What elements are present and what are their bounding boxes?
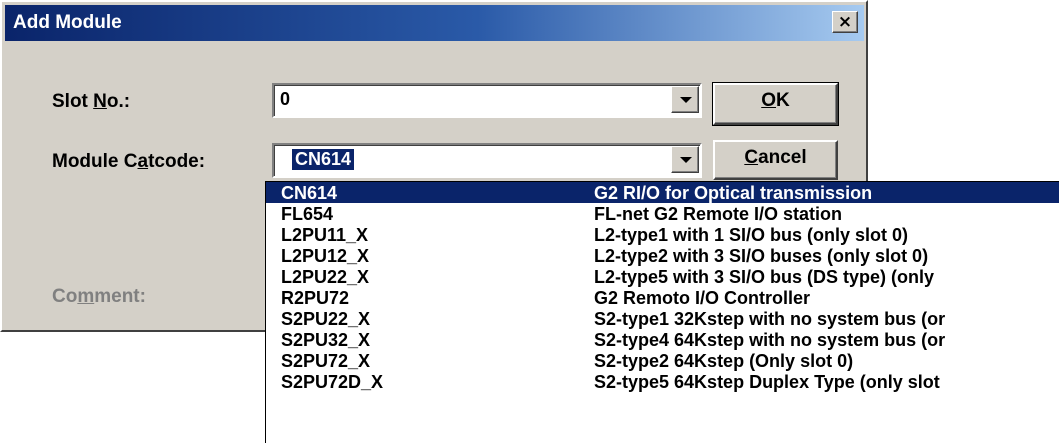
list-item[interactable]: S2PU22_X S2-type1 32Kstep with no system … [266,308,1059,329]
list-item-code: S2PU72_X [281,351,371,371]
module-catcode-label: Module Catcode: [52,151,206,172]
module-catcode-dropdown-button[interactable] [671,146,699,173]
list-item-code: R2PU72 [281,288,350,308]
list-item-code: CN614 [281,183,338,203]
list-item-description: FL-net G2 Remote I/O station [594,204,843,224]
list-item-code: FL654 [281,204,334,224]
slot-no-combobox[interactable]: 0 [272,83,702,118]
list-item-description: S2-type4 64Kstep with no system bus (or [594,330,946,350]
list-item-description: L2-type2 with 3 SI/O buses (only slot 0) [594,246,929,266]
cancel-button[interactable]: Cancel [713,140,838,180]
list-item-description: L2-type1 with 1 SI/O bus (only slot 0) [594,225,909,245]
list-item[interactable]: S2PU72_X S2-type2 64Kstep (Only slot 0) [266,350,1059,371]
list-item-code: S2PU32_X [281,330,371,350]
list-item[interactable]: S2PU32_X S2-type4 64Kstep with no system … [266,329,1059,350]
chevron-down-icon [680,157,692,163]
module-catcode-value: CN614 [290,148,356,171]
list-item-description: S2-type1 32Kstep with no system bus (or [594,309,946,329]
list-item[interactable]: CN614 G2 RI/O for Optical transmission [266,182,1059,203]
module-catcode-listbox[interactable]: CN614 G2 RI/O for Optical transmission FL6… [265,181,1059,443]
screen: Add Module × Slot No.: 0 Module Catcode:… [0,0,1059,443]
window-title: Add Module [13,12,122,33]
list-item[interactable]: R2PU72 G2 Remoto I/O Controller [266,287,1059,308]
ok-button[interactable]: OK [712,82,839,126]
module-catcode-combobox[interactable]: CN614 [272,143,702,178]
list-item[interactable]: S2PU72D_X S2-type5 64Kstep Duplex Type (o… [266,371,1059,392]
list-item-code: S2PU22_X [281,309,371,329]
list-item-code: L2PU12_X [281,246,370,266]
list-item-code: L2PU11_X [281,225,369,245]
list-item-description: L2-type5 with 3 SI/O bus (DS type) (only [594,267,935,287]
list-item-description: S2-type5 64Kstep Duplex Type (only slot [594,372,940,392]
list-item[interactable]: FL654 FL-net G2 Remote I/O station [266,203,1059,224]
list-item[interactable]: L2PU11_X L2-type1 with 1 SI/O bus (only s… [266,224,1059,245]
list-item[interactable]: L2PU12_X L2-type2 with 3 SI/O buses (only… [266,245,1059,266]
list-item-description: G2 RI/O for Optical transmission [594,183,873,203]
list-item-description: G2 Remoto I/O Controller [594,288,811,308]
list-item-code: L2PU22_X [281,267,370,287]
comment-label: Comment: [52,286,146,307]
list-item[interactable]: L2PU22_X L2-type5 with 3 SI/O bus (DS typ… [266,266,1059,287]
chevron-down-icon [680,97,692,103]
close-icon: × [837,12,853,32]
close-button[interactable]: × [832,11,858,33]
slot-no-dropdown-button[interactable] [671,86,699,113]
slot-no-label: Slot No.: [52,91,131,112]
title-bar[interactable]: Add Module × [5,5,864,41]
slot-no-value: 0 [280,89,291,109]
list-item-description: S2-type2 64Kstep (Only slot 0) [594,351,854,371]
list-item-code: S2PU72D_X [281,372,384,392]
